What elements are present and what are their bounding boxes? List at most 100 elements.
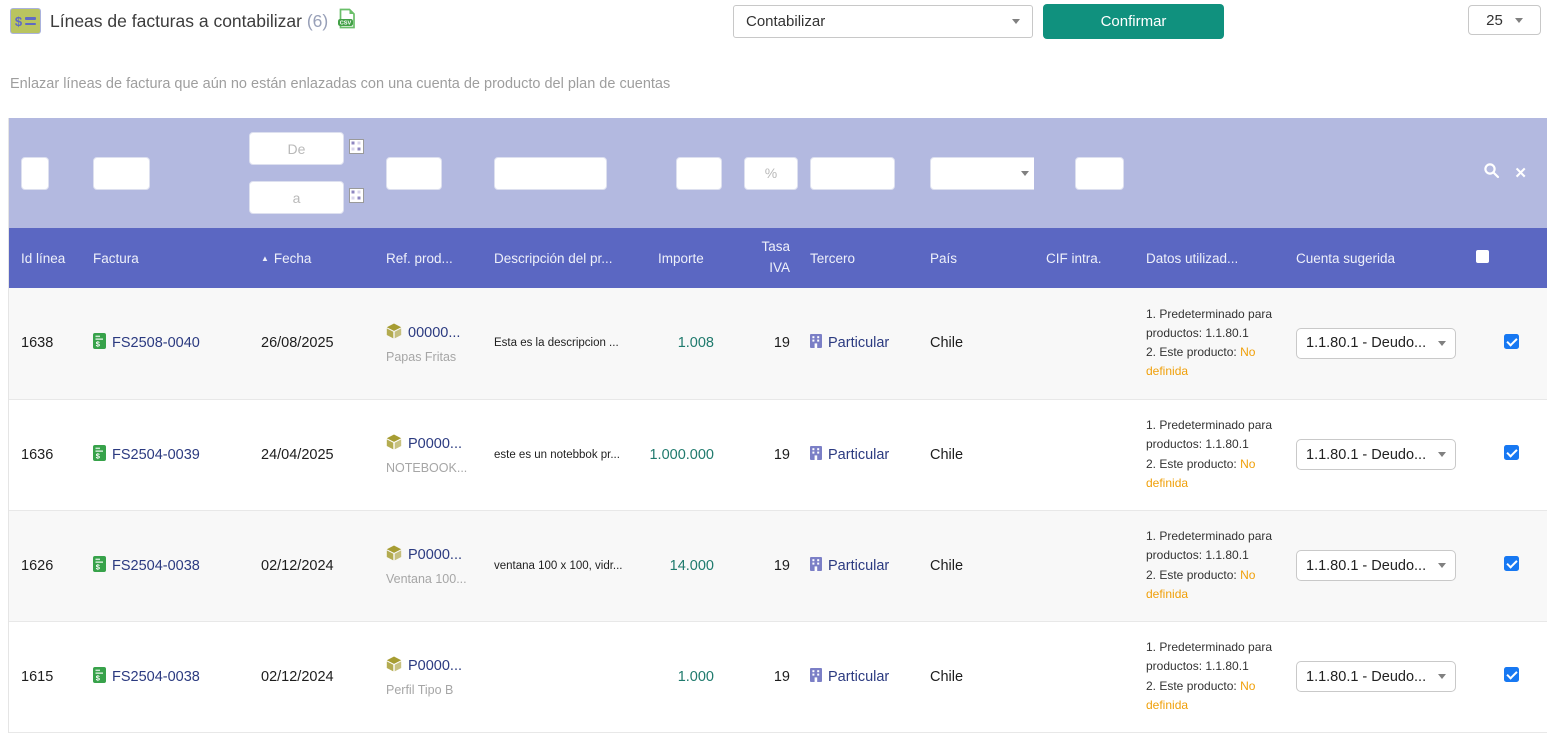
- thirdparty-cell: Particular: [798, 510, 918, 621]
- page-size-select[interactable]: 25: [1468, 5, 1541, 35]
- line-id-cell: 1626: [9, 510, 81, 621]
- column-header-product-ref[interactable]: Ref. prod...: [374, 228, 482, 288]
- select-all-checkbox[interactable]: [1464, 228, 1547, 288]
- date-cell: 02/12/2024: [249, 510, 374, 621]
- invoice-icon: $: [93, 667, 106, 687]
- product-ref-link[interactable]: 00000...: [408, 325, 460, 341]
- clear-filters-icon[interactable]: ✕: [1514, 166, 1527, 181]
- product-label: NOTEBOOK...: [386, 461, 482, 475]
- suggested-account-value: 1.1.80.1 - Deudo...: [1306, 669, 1426, 685]
- svg-text:CSV: CSV: [340, 20, 352, 26]
- column-header-data-used[interactable]: Datos utilizad...: [1134, 228, 1284, 288]
- column-header-description[interactable]: Descripción del pr...: [482, 228, 646, 288]
- product-label: Perfil Tipo B: [386, 683, 482, 697]
- filter-amount-input[interactable]: [676, 157, 722, 190]
- column-header-cif[interactable]: CIF intra.: [1034, 228, 1134, 288]
- row-checkbox-cell: [1464, 621, 1547, 732]
- suggested-account-value: 1.1.80.1 - Deudo...: [1306, 558, 1426, 574]
- product-account-note: 2. Este producto: No definida: [1146, 566, 1278, 604]
- product-ref-link[interactable]: P0000...: [408, 658, 462, 674]
- thirdparty-link[interactable]: Particular: [828, 335, 889, 351]
- chevron-down-icon: [1438, 341, 1446, 346]
- row-checkbox[interactable]: [1504, 556, 1519, 571]
- product-cube-icon: [386, 323, 402, 343]
- default-account-note: 1. Predeterminado para productos: 1.1.80…: [1146, 527, 1278, 565]
- calendar-icon[interactable]: [349, 188, 364, 208]
- thirdparty-link[interactable]: Particular: [828, 558, 889, 574]
- filter-date-from-input[interactable]: [249, 132, 344, 165]
- filter-country-select[interactable]: [930, 157, 1040, 190]
- search-icon[interactable]: [1483, 162, 1500, 184]
- row-checkbox-cell: [1464, 510, 1547, 621]
- country-cell: Chile: [918, 288, 1034, 399]
- building-icon: [810, 446, 822, 464]
- building-icon: [810, 334, 822, 352]
- table-row: 1626 $ FS2504-0038 02/12/2024: [9, 510, 1547, 621]
- invoice-link[interactable]: FS2504-0039: [112, 447, 200, 463]
- column-header-invoice[interactable]: Factura: [81, 228, 249, 288]
- product-ref-link[interactable]: P0000...: [408, 547, 462, 563]
- thirdparty-link[interactable]: Particular: [828, 447, 889, 463]
- suggested-account-select[interactable]: 1.1.80.1 - Deudo...: [1296, 661, 1456, 692]
- suggested-account-select[interactable]: 1.1.80.1 - Deudo...: [1296, 439, 1456, 470]
- filter-id-input[interactable]: [21, 157, 49, 190]
- filter-cif-input[interactable]: [1075, 157, 1124, 190]
- calendar-icon[interactable]: [349, 139, 364, 159]
- column-header-date[interactable]: ▲Fecha: [249, 228, 374, 288]
- invoice-link[interactable]: FS2504-0038: [112, 558, 200, 574]
- invoice-icon: $: [93, 556, 106, 576]
- row-checkbox-cell: [1464, 288, 1547, 399]
- product-label: Ventana 100...: [386, 572, 482, 586]
- product-cell: P0000... NOTEBOOK...: [374, 399, 482, 510]
- product-account-note: 2. Este producto: No definida: [1146, 343, 1278, 381]
- thirdparty-link[interactable]: Particular: [828, 669, 889, 685]
- csv-export-icon[interactable]: CSV: [337, 8, 356, 34]
- record-count: (6): [307, 11, 328, 31]
- row-checkbox[interactable]: [1504, 445, 1519, 460]
- filter-product-ref-input[interactable]: [386, 157, 442, 190]
- mass-action-select[interactable]: Contabilizar: [733, 5, 1033, 38]
- filter-thirdparty-input[interactable]: [810, 157, 895, 190]
- suggested-account-cell: 1.1.80.1 - Deudo...: [1284, 399, 1464, 510]
- product-label: Papas Fritas: [386, 350, 482, 364]
- product-ref-link[interactable]: P0000...: [408, 436, 462, 452]
- column-header-suggested-account[interactable]: Cuenta sugerida: [1284, 228, 1464, 288]
- chevron-down-icon: [1021, 171, 1029, 176]
- amount-cell: 1.008: [646, 288, 722, 399]
- invoice-cell: $ FS2508-0040: [81, 288, 249, 399]
- vat-cell: 19: [722, 621, 798, 732]
- invoice-cell: $ FS2504-0038: [81, 510, 249, 621]
- suggested-account-value: 1.1.80.1 - Deudo...: [1306, 335, 1426, 351]
- invoice-cell: $ FS2504-0038: [81, 621, 249, 732]
- column-header-id[interactable]: Id línea: [9, 228, 81, 288]
- table-header-row: Id línea Factura ▲Fecha Ref. prod... Des…: [9, 228, 1547, 288]
- product-cube-icon: [386, 656, 402, 676]
- filter-date-to-input[interactable]: [249, 181, 344, 214]
- suggested-account-select[interactable]: 1.1.80.1 - Deudo...: [1296, 328, 1456, 359]
- column-header-vat-label: Tasa IVA: [752, 237, 790, 279]
- filter-description-input[interactable]: [494, 157, 607, 190]
- amount-cell: 1.000: [646, 621, 722, 732]
- column-header-amount[interactable]: Importe: [646, 228, 722, 288]
- row-checkbox[interactable]: [1504, 667, 1519, 682]
- invoice-icon: $: [93, 333, 106, 353]
- page-header: $ Líneas de facturas a contabilizar (6) …: [10, 8, 356, 34]
- product-cell: 00000... Papas Fritas: [374, 288, 482, 399]
- filter-invoice-input[interactable]: [93, 157, 150, 190]
- chevron-down-icon: [1438, 563, 1446, 568]
- suggested-account-select[interactable]: 1.1.80.1 - Deudo...: [1296, 550, 1456, 581]
- filter-vat-input[interactable]: [744, 157, 798, 190]
- column-header-country[interactable]: País: [918, 228, 1034, 288]
- page-description: Enlazar líneas de factura que aún no est…: [10, 76, 670, 92]
- invoice-link[interactable]: FS2508-0040: [112, 335, 200, 351]
- vat-cell: 19: [722, 510, 798, 621]
- column-header-thirdparty[interactable]: Tercero: [798, 228, 918, 288]
- country-cell: Chile: [918, 621, 1034, 732]
- column-header-vat[interactable]: Tasa IVA: [722, 228, 798, 288]
- thirdparty-cell: Particular: [798, 288, 918, 399]
- invoice-link[interactable]: FS2504-0038: [112, 669, 200, 685]
- confirm-button[interactable]: Confirmar: [1043, 4, 1224, 39]
- product-cell: P0000... Ventana 100...: [374, 510, 482, 621]
- row-checkbox[interactable]: [1504, 334, 1519, 349]
- default-account-note: 1. Predeterminado para productos: 1.1.80…: [1146, 305, 1278, 343]
